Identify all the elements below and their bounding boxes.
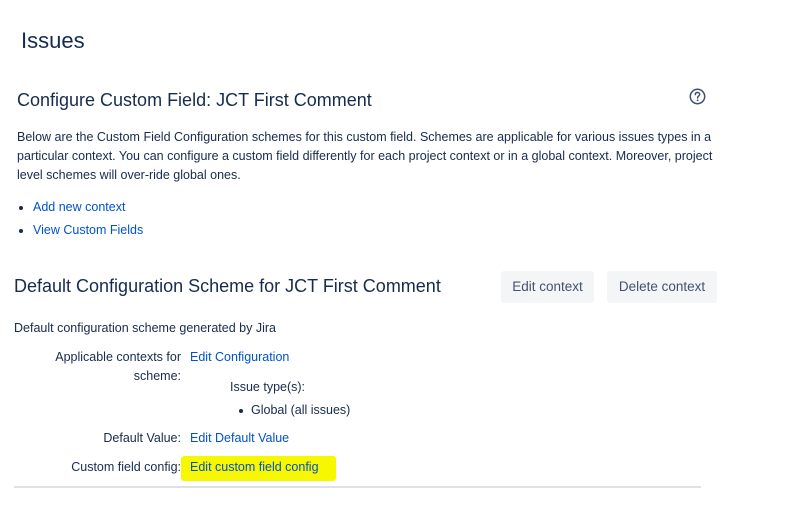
edit-configuration-link[interactable]: Edit Configuration [190, 348, 289, 367]
issue-types-heading: Issue type(s): [230, 380, 306, 394]
configure-description: Below are the Custom Field Configuration… [17, 130, 713, 182]
bullet-icon [19, 205, 23, 210]
edit-custom-field-config-link[interactable]: Edit custom field config [190, 458, 319, 477]
scheme-description: Default configuration scheme generated b… [14, 321, 276, 335]
configure-custom-field-title: Configure Custom Field: JCT First Commen… [17, 90, 372, 110]
question-circle-icon[interactable] [689, 88, 706, 105]
section-divider [14, 486, 701, 488]
scheme-title: Default Configuration Scheme for JCT Fir… [14, 276, 441, 296]
applicable-contexts-label: Applicable contexts for scheme: [55, 350, 181, 383]
list-item: Add new context [17, 196, 143, 219]
custom-field-config-label: Custom field config: [71, 460, 181, 474]
add-new-context-link[interactable]: Add new context [33, 196, 125, 219]
bullet-icon [19, 228, 23, 233]
view-custom-fields-link[interactable]: View Custom Fields [33, 219, 143, 242]
edit-default-value-link[interactable]: Edit Default Value [190, 429, 289, 448]
delete-context-button[interactable]: Delete context [607, 271, 717, 303]
issue-type-label: Global (all issues) [251, 403, 351, 417]
page-title: Issues [21, 28, 85, 53]
list-item: View Custom Fields [17, 219, 143, 242]
issue-type-item: Global (all issues) [239, 401, 350, 420]
edit-context-button[interactable]: Edit context [501, 271, 594, 303]
default-value-label: Default Value: [103, 431, 181, 445]
configure-links-list: Add new context View Custom Fields [17, 196, 143, 242]
bullet-icon [239, 408, 243, 413]
